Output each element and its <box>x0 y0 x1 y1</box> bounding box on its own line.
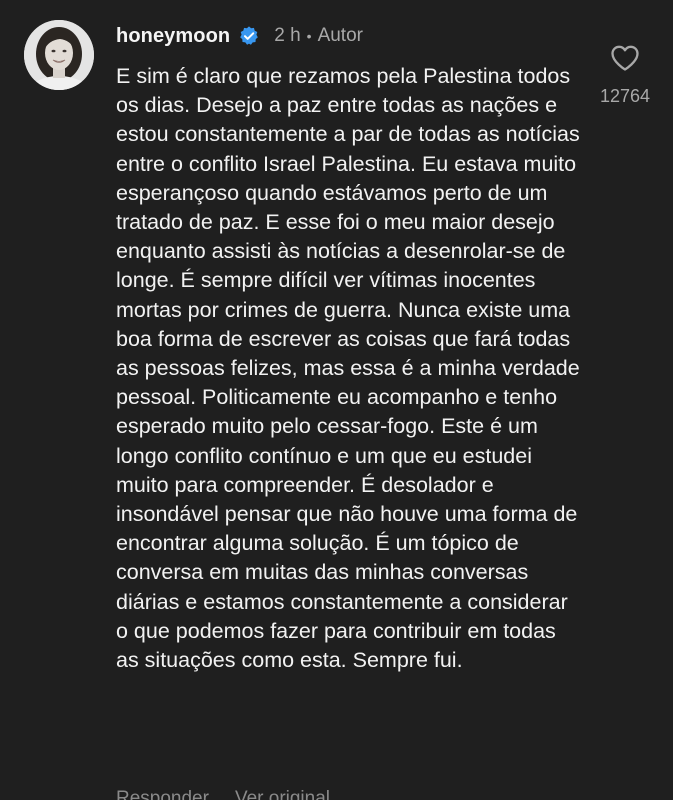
comment-actions: Responder Ver original <box>116 788 330 800</box>
avatar-image <box>24 20 94 90</box>
comment-timestamp: 2 h <box>274 25 301 46</box>
like-count: 12764 <box>599 86 651 106</box>
reply-button[interactable]: Responder <box>116 788 209 800</box>
verified-badge-icon <box>238 25 260 47</box>
author-tag: Autor <box>317 25 363 46</box>
username[interactable]: honeymoon <box>116 25 230 48</box>
like-section: 12764 <box>590 44 660 107</box>
comment-text: E sim é claro que rezamos pela Palestina… <box>116 64 580 673</box>
comment-header: honeymoon 2 h • Autor <box>116 22 363 50</box>
view-original-button[interactable]: Ver original <box>235 788 330 800</box>
separator-dot: • <box>306 28 312 44</box>
avatar[interactable] <box>24 20 94 90</box>
heart-outline-icon[interactable] <box>610 44 640 72</box>
